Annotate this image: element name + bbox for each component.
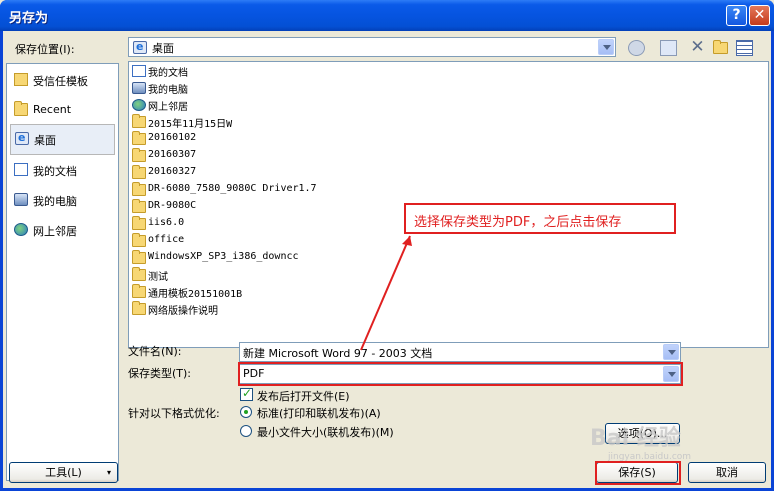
watermark-sub: jingyan.baidu.com: [608, 452, 692, 462]
annotation-text: 选择保存类型为PDF，之后点击保存: [414, 215, 622, 230]
watermark: Bai 经验: [590, 426, 681, 451]
annotation-arrow: [360, 235, 412, 351]
annotation-callout: 选择保存类型为PDF，之后点击保存: [404, 203, 676, 234]
